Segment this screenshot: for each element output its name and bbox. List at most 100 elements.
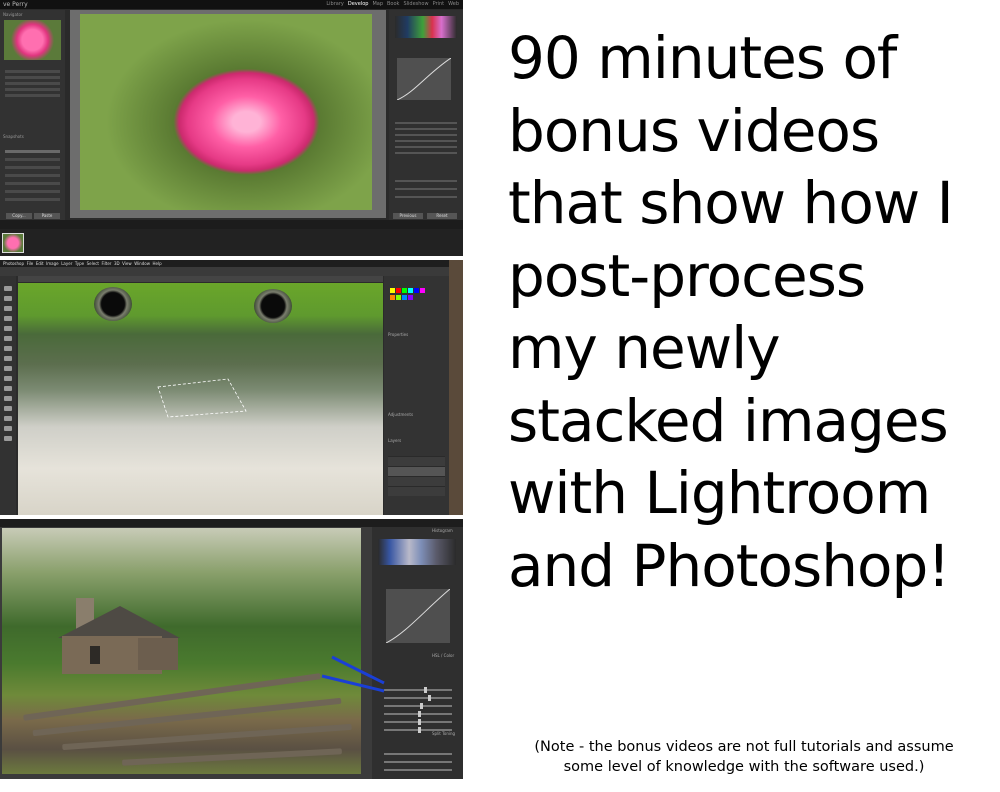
split-toning-slider[interactable] (384, 753, 452, 755)
hand-tool-icon[interactable] (4, 436, 12, 441)
histogram-title[interactable]: Histogram (432, 528, 453, 533)
swatch[interactable] (408, 295, 413, 300)
module-book[interactable]: Book (387, 0, 399, 9)
menu-item[interactable]: Help (153, 261, 162, 266)
layer-row-selected[interactable] (388, 466, 445, 476)
histogram[interactable] (395, 16, 457, 38)
menu-item[interactable]: Filter (102, 261, 112, 266)
preset-row[interactable] (5, 82, 60, 85)
menu-item[interactable]: View (122, 261, 132, 266)
cabin-photo[interactable] (2, 528, 361, 774)
swatch[interactable] (390, 288, 395, 293)
hue-slider[interactable] (384, 719, 452, 725)
swatch[interactable] (420, 288, 425, 293)
slider-knob[interactable] (420, 703, 423, 709)
paste-button[interactable]: Paste (34, 213, 60, 219)
slider-knob[interactable] (418, 727, 421, 733)
module-library[interactable]: Library (326, 0, 343, 9)
menu-item[interactable]: Image (46, 261, 59, 266)
preset-row[interactable] (5, 70, 60, 73)
menu-item[interactable]: Select (87, 261, 99, 266)
eraser-tool-icon[interactable] (4, 386, 12, 391)
hsl-title[interactable]: HSL / Color (432, 653, 454, 658)
slider-knob[interactable] (418, 719, 421, 725)
slider-knob[interactable] (424, 687, 427, 693)
slider[interactable] (395, 146, 457, 148)
properties-title[interactable]: Properties (388, 332, 408, 337)
swatch[interactable] (390, 295, 395, 300)
dodge-tool-icon[interactable] (4, 406, 12, 411)
brush-tool-icon[interactable] (4, 356, 12, 361)
filmstrip-thumbnail[interactable] (2, 233, 24, 253)
module-slideshow[interactable]: Slideshow (403, 0, 428, 9)
swatch[interactable] (408, 288, 413, 293)
slider-knob[interactable] (428, 695, 431, 701)
layer-row[interactable] (388, 456, 445, 466)
menu-item[interactable]: Type (75, 261, 84, 266)
swatch[interactable] (396, 295, 401, 300)
slider[interactable] (395, 196, 457, 198)
frog-photo[interactable] (18, 283, 383, 515)
menu-item[interactable]: Photoshop (3, 261, 24, 266)
healing-tool-icon[interactable] (4, 346, 12, 351)
menu-item[interactable]: 3D (114, 261, 120, 266)
slider[interactable] (395, 140, 457, 142)
preset-row[interactable] (5, 94, 60, 97)
history-row[interactable] (5, 182, 60, 185)
hue-slider[interactable] (384, 703, 452, 709)
tone-curve[interactable] (396, 57, 452, 101)
menu-item[interactable]: Window (134, 261, 150, 266)
eyedropper-tool-icon[interactable] (4, 336, 12, 341)
adjustments-title[interactable]: Adjustments (388, 412, 413, 417)
document-tab[interactable] (18, 276, 383, 282)
slider[interactable] (395, 128, 457, 130)
split-toning-slider[interactable] (384, 769, 452, 771)
marquee-tool-icon[interactable] (4, 296, 12, 301)
slider[interactable] (395, 122, 457, 124)
history-row[interactable] (5, 198, 60, 201)
gradient-tool-icon[interactable] (4, 396, 12, 401)
type-tool-icon[interactable] (4, 426, 12, 431)
preset-row[interactable] (5, 76, 60, 79)
clone-stamp-tool-icon[interactable] (4, 366, 12, 371)
layer-row[interactable] (388, 476, 445, 486)
navigator-preview[interactable] (4, 20, 61, 60)
slider[interactable] (395, 134, 457, 136)
preset-row[interactable] (5, 88, 60, 91)
previous-button[interactable]: Previous (393, 213, 423, 219)
move-tool-icon[interactable] (4, 286, 12, 291)
histogram[interactable] (378, 539, 456, 565)
history-row-selected[interactable] (5, 150, 60, 153)
hue-slider[interactable] (384, 711, 452, 717)
hue-slider[interactable] (384, 695, 452, 701)
slider[interactable] (395, 180, 457, 182)
layer-row[interactable] (388, 486, 445, 496)
crop-tool-icon[interactable] (4, 326, 12, 331)
history-row[interactable] (5, 190, 60, 193)
lasso-tool-icon[interactable] (4, 306, 12, 311)
menu-item[interactable]: Edit (36, 261, 44, 266)
module-map[interactable]: Map (372, 0, 383, 9)
menu-item[interactable]: File (27, 261, 34, 266)
slider-knob[interactable] (418, 711, 421, 717)
module-develop[interactable]: Develop (348, 0, 369, 9)
swatch[interactable] (396, 288, 401, 293)
reset-button[interactable]: Reset (427, 213, 457, 219)
copy-button[interactable]: Copy... (6, 213, 32, 219)
swatch[interactable] (402, 295, 407, 300)
module-print[interactable]: Print (433, 0, 445, 9)
quick-select-tool-icon[interactable] (4, 316, 12, 321)
image-canvas[interactable] (70, 10, 386, 218)
history-row[interactable] (5, 166, 60, 169)
menu-item[interactable]: Layer (61, 261, 72, 266)
snapshots-title[interactable]: Snapshots (3, 134, 24, 139)
module-web[interactable]: Web (448, 0, 459, 9)
navigator-title[interactable]: Navigator (3, 12, 23, 17)
swatch[interactable] (414, 288, 419, 293)
pen-tool-icon[interactable] (4, 416, 12, 421)
tone-curve[interactable] (385, 588, 451, 644)
history-row[interactable] (5, 174, 60, 177)
history-brush-tool-icon[interactable] (4, 376, 12, 381)
split-toning-title[interactable]: Split Toning (432, 731, 455, 736)
history-row[interactable] (5, 158, 60, 161)
